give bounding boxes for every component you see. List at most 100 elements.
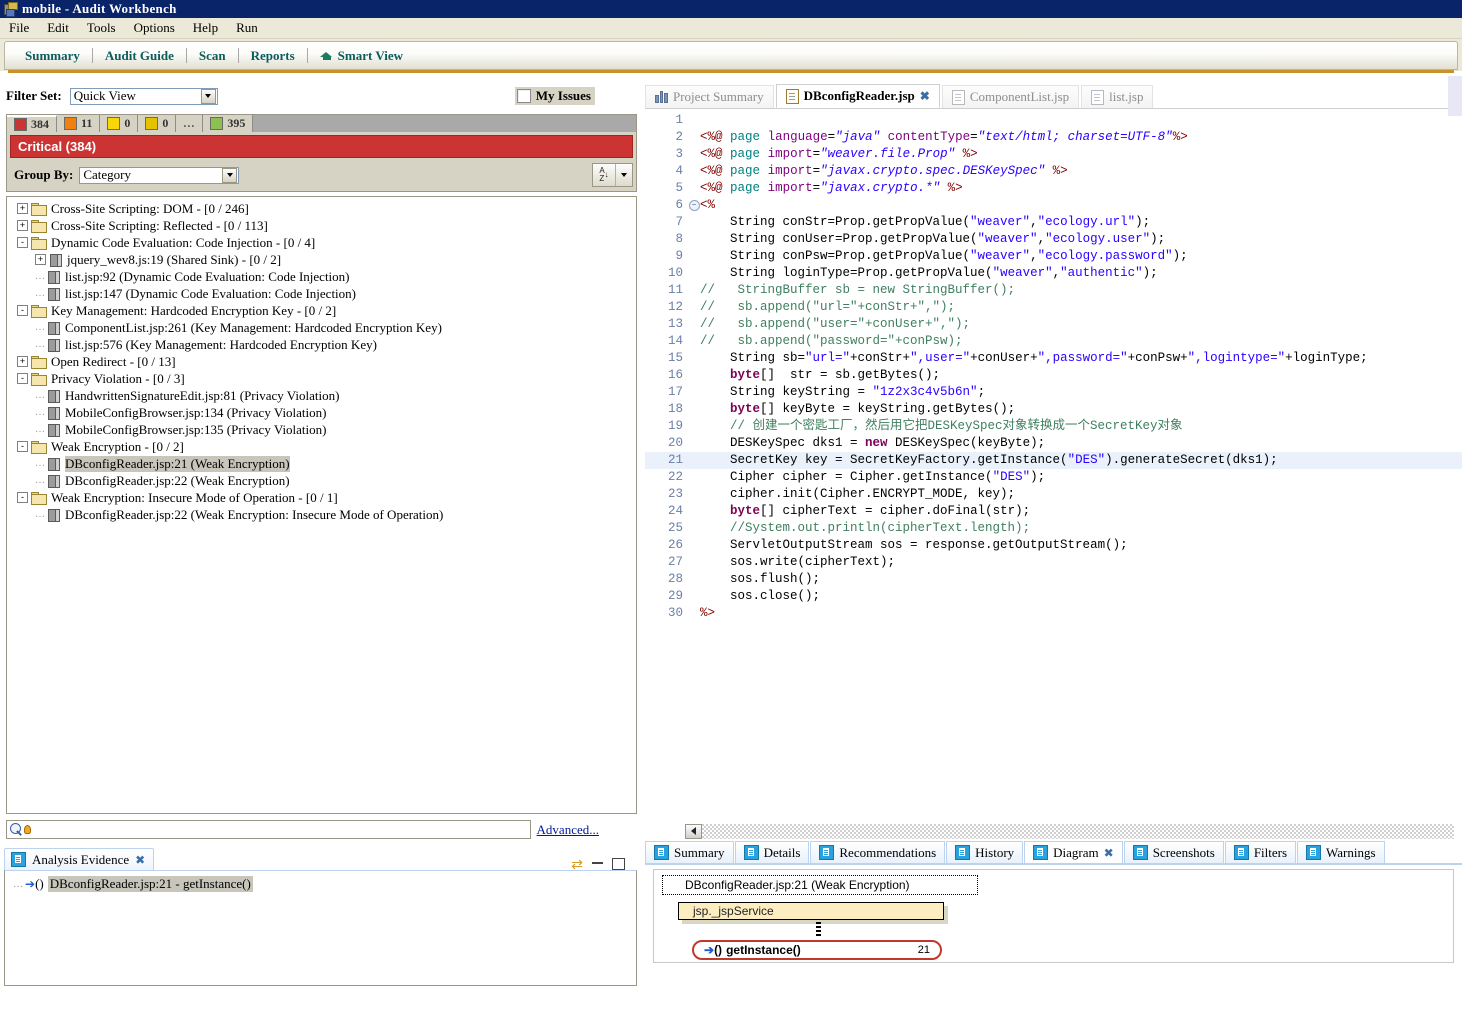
folder-icon xyxy=(31,304,47,318)
tree-connector: … xyxy=(35,424,45,435)
bottom-tab-recommendations[interactable]: Recommendations xyxy=(810,841,946,863)
tree-toggle-icon[interactable]: - xyxy=(17,492,28,503)
code-line: 12 // sb.append("url="+conStr+","); xyxy=(645,299,1462,316)
tab-analysis-evidence[interactable]: Analysis Evidence ✖ xyxy=(4,848,155,870)
my-issues-checkbox[interactable] xyxy=(516,89,531,103)
tree-toggle-icon[interactable]: - xyxy=(17,305,28,316)
toolbar-scan[interactable]: Scan xyxy=(187,48,238,64)
bottom-tab-diagram[interactable]: Diagram ✖ xyxy=(1024,841,1123,863)
tree-row[interactable]: … MobileConfigBrowser.jsp:134 (Privacy Vi… xyxy=(7,404,636,421)
tree-row[interactable]: … list.jsp:92 (Dynamic Code Evaluation: C… xyxy=(7,268,636,285)
menu-help[interactable]: Help xyxy=(184,19,227,37)
tab-project-summary[interactable]: Project Summary xyxy=(645,85,774,108)
right-edge-strip xyxy=(1448,76,1462,116)
tree-row[interactable]: … DBconfigReader.jsp:22 (Weak Encryption:… xyxy=(7,506,636,523)
bottom-tab-filters[interactable]: Filters xyxy=(1224,841,1297,863)
menu-run[interactable]: Run xyxy=(227,19,267,37)
chevron-down-icon[interactable] xyxy=(200,88,216,104)
bottom-tab-warnings[interactable]: Warnings xyxy=(1297,841,1385,863)
toolbar-smart-view[interactable]: Smart View xyxy=(308,48,415,64)
document-icon xyxy=(47,270,60,284)
close-icon[interactable]: ✖ xyxy=(920,89,930,103)
menu-options[interactable]: Options xyxy=(125,19,184,37)
code-line: 6− <% xyxy=(645,197,1462,214)
tree-row[interactable]: + Cross-Site Scripting: DOM - [0 / 246] xyxy=(7,200,636,217)
tab-componentlist-jsp[interactable]: ComponentList.jsp xyxy=(941,85,1080,108)
code-text: String conPsw=Prop.getPropValue("weaver"… xyxy=(700,249,1188,263)
tab-list-jsp[interactable]: list.jsp xyxy=(1081,85,1154,108)
group-by-select[interactable]: Category xyxy=(79,166,240,184)
view-icon xyxy=(819,845,835,860)
sort-button[interactable]: A Z ↓ xyxy=(592,163,633,187)
tree-toggle-icon[interactable]: + xyxy=(17,203,28,214)
tree-toggle-icon[interactable]: - xyxy=(17,441,28,452)
document-icon xyxy=(47,423,60,437)
code-fold-toggle[interactable]: − xyxy=(688,200,700,211)
tree-row[interactable]: - Privacy Violation - [0 / 3] xyxy=(7,370,636,387)
code-editor[interactable]: 1 2 <%@ page language="java" contentType="… xyxy=(645,108,1462,839)
tree-toggle-icon[interactable]: + xyxy=(17,356,28,367)
tree-toggle-icon[interactable]: - xyxy=(17,237,28,248)
tree-row[interactable]: … DBconfigReader.jsp:22 (Weak Encryption) xyxy=(7,472,636,489)
tab-dbconfigreader-jsp[interactable]: DBconfigReader.jsp ✖ xyxy=(775,84,940,108)
menu-tools[interactable]: Tools xyxy=(78,19,125,37)
filter-set-select[interactable]: Quick View xyxy=(69,87,218,105)
bottom-tab-details[interactable]: Details xyxy=(734,841,810,863)
severity-tab-high[interactable]: 11 xyxy=(57,115,101,132)
back-forward-icon[interactable]: ⇄ xyxy=(571,857,583,871)
severity-count-all: 395 xyxy=(227,116,246,130)
tree-toggle-icon[interactable]: - xyxy=(17,373,28,384)
critical-banner[interactable]: Critical (384) xyxy=(10,135,633,158)
diagram-view[interactable]: DBconfigReader.jsp:21 (Weak Encryption) … xyxy=(653,869,1454,963)
toolbar-reports[interactable]: Reports xyxy=(239,48,307,64)
code-text: <%@ page import="javax.crypto.spec.DESKe… xyxy=(700,164,1068,178)
severity-tab-low[interactable]: 0 xyxy=(138,115,177,132)
scroll-track[interactable] xyxy=(702,823,1454,839)
editor-horizontal-scrollbar[interactable] xyxy=(645,823,1462,839)
tree-row[interactable]: - Weak Encryption - [0 / 2] xyxy=(7,438,636,455)
bottom-tab-screenshots[interactable]: Screenshots xyxy=(1123,841,1224,863)
sort-dropdown-icon[interactable] xyxy=(616,164,632,186)
analysis-evidence-body[interactable]: … ➔() DBconfigReader.jsp:21 - getInstanc… xyxy=(4,870,637,986)
tree-row[interactable]: … ComponentList.jsp:261 (Key Management: … xyxy=(7,319,636,336)
folder-icon xyxy=(31,236,47,250)
tree-row[interactable]: … MobileConfigBrowser.jsp:135 (Privacy Vi… xyxy=(7,421,636,438)
tree-toggle-icon[interactable]: + xyxy=(35,254,46,265)
menu-file[interactable]: File xyxy=(0,19,38,37)
search-input[interactable] xyxy=(6,820,531,839)
menu-edit[interactable]: Edit xyxy=(38,19,78,37)
tree-row[interactable]: … DBconfigReader.jsp:21 (Weak Encryption) xyxy=(7,455,636,472)
tree-row[interactable]: … HandwrittenSignatureEdit.jsp:81 (Privac… xyxy=(7,387,636,404)
tree-row[interactable]: - Key Management: Hardcoded Encryption Ke… xyxy=(7,302,636,319)
diagram-node-sink[interactable]: ➔() getInstance() 21 xyxy=(692,940,942,960)
toolbar-audit-guide[interactable]: Audit Guide xyxy=(93,48,186,64)
evidence-row[interactable]: … ➔() DBconfigReader.jsp:21 - getInstanc… xyxy=(5,876,636,892)
severity-tab-more[interactable]: ... xyxy=(176,115,204,132)
toolbar-summary[interactable]: Summary xyxy=(13,48,92,64)
tree-toggle-icon[interactable]: + xyxy=(17,220,28,231)
tree-row[interactable]: … list.jsp:147 (Dynamic Code Evaluation: … xyxy=(7,285,636,302)
severity-tab-critical[interactable]: 384 xyxy=(7,115,57,132)
tree-row[interactable]: - Dynamic Code Evaluation: Code Injection… xyxy=(7,234,636,251)
tree-connector: … xyxy=(35,288,45,299)
tree-row[interactable]: - Weak Encryption: Insecure Mode of Opera… xyxy=(7,489,636,506)
maximize-icon[interactable] xyxy=(612,858,625,870)
close-icon[interactable]: ✖ xyxy=(1104,846,1114,860)
code-text: // StringBuffer sb = new StringBuffer(); xyxy=(700,283,1016,297)
scroll-left-button[interactable] xyxy=(685,823,702,839)
tree-row[interactable]: … list.jsp:576 (Key Management: Hardcoded… xyxy=(7,336,636,353)
severity-tab-all[interactable]: 395 xyxy=(203,115,254,132)
minimize-icon[interactable] xyxy=(592,862,603,864)
severity-tab-medium[interactable]: 0 xyxy=(100,115,139,132)
advanced-search-link[interactable]: Advanced... xyxy=(537,822,599,838)
tree-row[interactable]: + Open Redirect - [0 / 13] xyxy=(7,353,636,370)
my-issues-toggle[interactable]: My Issues xyxy=(514,87,595,105)
tree-row[interactable]: + jquery_wev8.js:19 (Shared Sink) - [0 / … xyxy=(7,251,636,268)
bottom-tab-summary[interactable]: Summary xyxy=(645,841,734,863)
chevron-down-icon[interactable] xyxy=(222,167,238,183)
diagram-node-caller[interactable]: jsp._jspService xyxy=(678,902,944,920)
close-icon[interactable]: ✖ xyxy=(135,853,145,867)
issues-tree-panel[interactable]: + Cross-Site Scripting: DOM - [0 / 246] + C… xyxy=(6,196,637,814)
tree-row[interactable]: + Cross-Site Scripting: Reflected - [0 / … xyxy=(7,217,636,234)
bottom-tab-history[interactable]: History xyxy=(946,841,1024,863)
